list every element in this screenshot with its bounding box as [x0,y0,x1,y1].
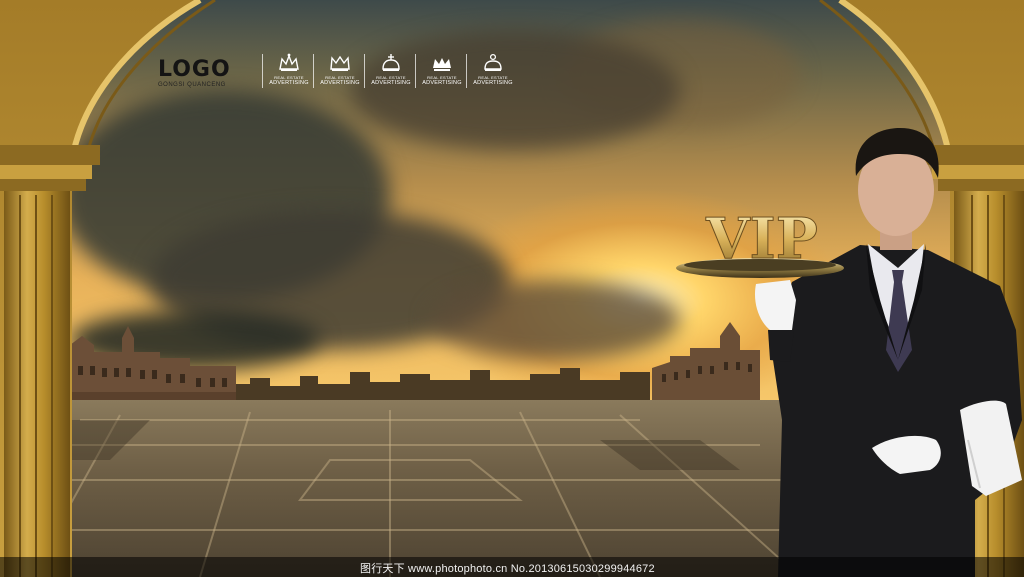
white-glove [754,280,796,334]
waiter-figure: VIP [676,128,1022,577]
watermark-text: 图行天下 www.photophoto.cn No.20130615030299… [360,563,655,575]
vip-emblem: VIP [705,206,818,272]
poster: LOGO GONGSI QUANCENG REAL ESTATE ADVERTI… [0,0,1024,577]
watermark-bar: 图行天下 www.photophoto.cn No.20130615030299… [0,557,1024,577]
